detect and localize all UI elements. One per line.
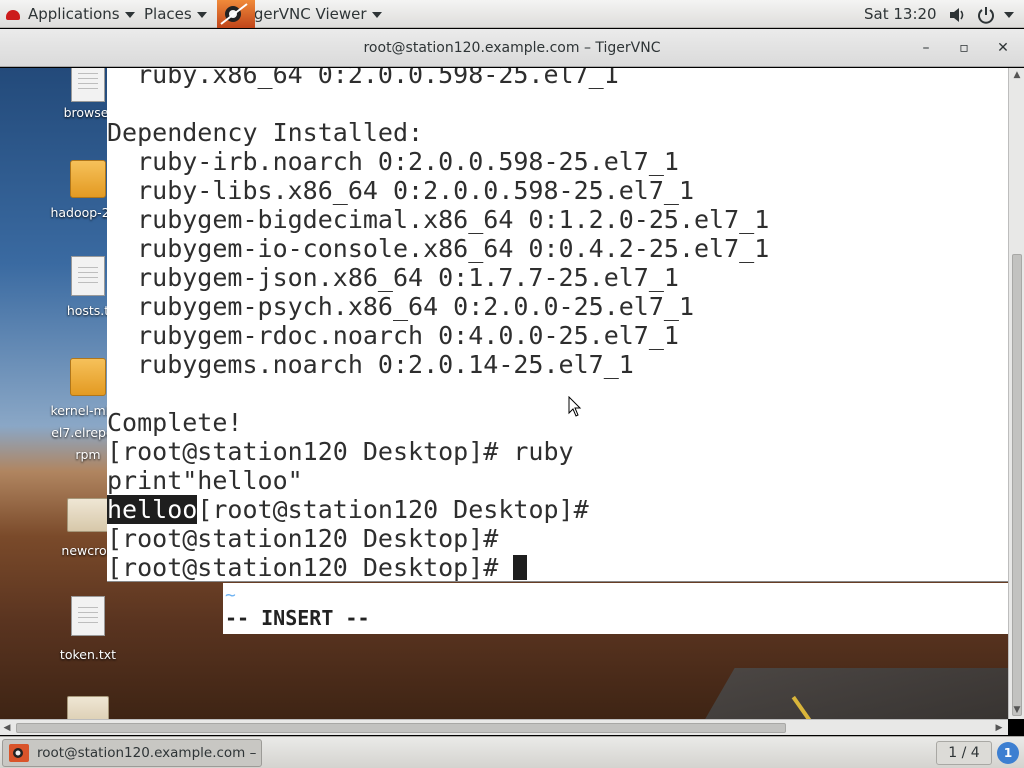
terminal-line: rubygem-json.x86_64 0:1.7.7-25.el7_1 — [107, 263, 679, 292]
scroll-right-arrow-icon[interactable]: ▶ — [992, 721, 1006, 735]
desktop-icon-token[interactable]: token.txt — [38, 596, 138, 666]
workspace-indicator[interactable]: 1 / 4 — [936, 741, 992, 765]
desktop-icon-label: token.txt — [59, 647, 117, 662]
terminal-line: rubygem-rdoc.noarch 0:4.0.0-25.el7_1 — [107, 321, 679, 350]
scroll-down-arrow-icon[interactable]: ▼ — [1010, 703, 1024, 717]
window-titlebar[interactable]: root@station120.example.com – TigerVNC –… — [0, 29, 1024, 67]
package-icon — [70, 358, 106, 396]
chevron-down-icon — [196, 11, 207, 18]
vim-editor-strip[interactable]: ~ -- INSERT -- — [223, 583, 1008, 634]
app-menu[interactable]: TigerVNC Viewer — [217, 0, 382, 28]
places-menu[interactable]: Places — [144, 0, 207, 28]
terminal-line: rubygem-psych.x86_64 0:2.0.0-25.el7_1 — [107, 292, 694, 321]
terminal-line: ruby.x86_64 0:2.0.0.598-25.el7_1 — [107, 68, 619, 89]
vim-mode-indicator: -- INSERT -- — [225, 606, 370, 630]
mouse-pointer-icon — [568, 396, 582, 417]
terminal-line-output: helloo[root@station120 Desktop]# — [107, 495, 589, 524]
scrollbar-corner — [1008, 719, 1024, 735]
selected-output-text[interactable]: helloo — [107, 495, 198, 524]
terminal-line: rubygem-io-console.x86_64 0:0.4.2-25.el7… — [107, 234, 770, 263]
applications-label: Applications — [28, 5, 120, 23]
redhat-logo-icon — [6, 9, 20, 20]
terminal-active-prompt: [root@station120 Desktop]# — [107, 553, 514, 582]
terminal-line: Dependency Installed: — [107, 118, 424, 147]
horizontal-scrollbar[interactable]: ◀ ▶ — [0, 719, 1008, 735]
desktop-icon-folder-partial[interactable] — [38, 696, 138, 719]
folder-icon — [67, 498, 109, 532]
vim-empty-line-marker: ~ — [225, 585, 236, 606]
terminal-line: rubygem-bigdecimal.x86_64 0:1.2.0-25.el7… — [107, 205, 770, 234]
window-title: root@station120.example.com – TigerVNC — [363, 40, 661, 56]
terminal[interactable]: ruby.x86_64 0:2.0.0.598-25.el7_1 Depende… — [107, 68, 1008, 582]
top-panel: Applications Places TigerVNC Viewer Sat … — [0, 0, 1024, 28]
tigervnc-icon — [217, 0, 255, 28]
vertical-scroll-thumb[interactable] — [1012, 254, 1022, 716]
close-button[interactable]: ✕ — [991, 29, 1015, 67]
power-icon[interactable] — [977, 0, 995, 28]
text-file-icon — [71, 596, 105, 636]
chevron-down-icon — [371, 11, 382, 18]
minimize-button[interactable]: – — [914, 29, 938, 67]
scroll-up-arrow-icon[interactable]: ▲ — [1010, 68, 1024, 82]
notification-badge[interactable]: 1 — [997, 742, 1019, 764]
terminal-line: rubygems.noarch 0:2.0.14-25.el7_1 — [107, 350, 634, 379]
places-label: Places — [144, 5, 192, 23]
terminal-line-active[interactable]: [root@station120 Desktop]# — [107, 553, 528, 582]
volume-icon[interactable] — [948, 0, 966, 28]
text-file-icon — [71, 256, 105, 296]
applications-menu[interactable]: Applications — [6, 0, 135, 28]
scroll-left-arrow-icon[interactable]: ◀ — [0, 721, 14, 735]
terminal-line: print"helloo" — [107, 466, 303, 495]
terminal-line: [root@station120 Desktop]# — [107, 524, 499, 553]
system-menu-chevron-icon[interactable] — [1004, 0, 1014, 28]
vertical-scrollbar[interactable]: ▲ ▼ — [1008, 68, 1024, 719]
clock[interactable]: Sat 13:20 — [864, 0, 937, 28]
bottom-taskbar: root@station120.example.com – ... 1 / 4 … — [0, 736, 1024, 768]
terminal-line: Complete! — [107, 408, 243, 437]
terminal-line: ruby-libs.x86_64 0:2.0.0.598-25.el7_1 — [107, 176, 694, 205]
remote-desktop-viewport[interactable]: browse. hadoop-2.7. hosts.t kernel-ml-4.… — [0, 68, 1008, 719]
text-cursor — [513, 555, 528, 580]
taskbar-window-button[interactable]: root@station120.example.com – ... — [2, 739, 262, 767]
taskbar-window-label: root@station120.example.com – ... — [37, 745, 262, 761]
app-name-label: TigerVNC Viewer — [241, 5, 367, 23]
chevron-down-icon — [124, 11, 135, 18]
terminal-line: ruby-irb.noarch 0:2.0.0.598-25.el7_1 — [107, 147, 679, 176]
package-icon — [70, 160, 106, 198]
folder-icon — [67, 696, 109, 719]
text-file-icon — [71, 68, 105, 102]
tigervnc-icon — [9, 744, 29, 762]
maximize-button[interactable]: ▫ — [952, 29, 976, 67]
terminal-prompt: [root@station120 Desktop]# — [197, 495, 589, 524]
wallpaper-road — [665, 668, 1008, 719]
terminal-line: [root@station120 Desktop]# ruby — [107, 437, 574, 466]
horizontal-scroll-thumb[interactable] — [16, 723, 786, 733]
